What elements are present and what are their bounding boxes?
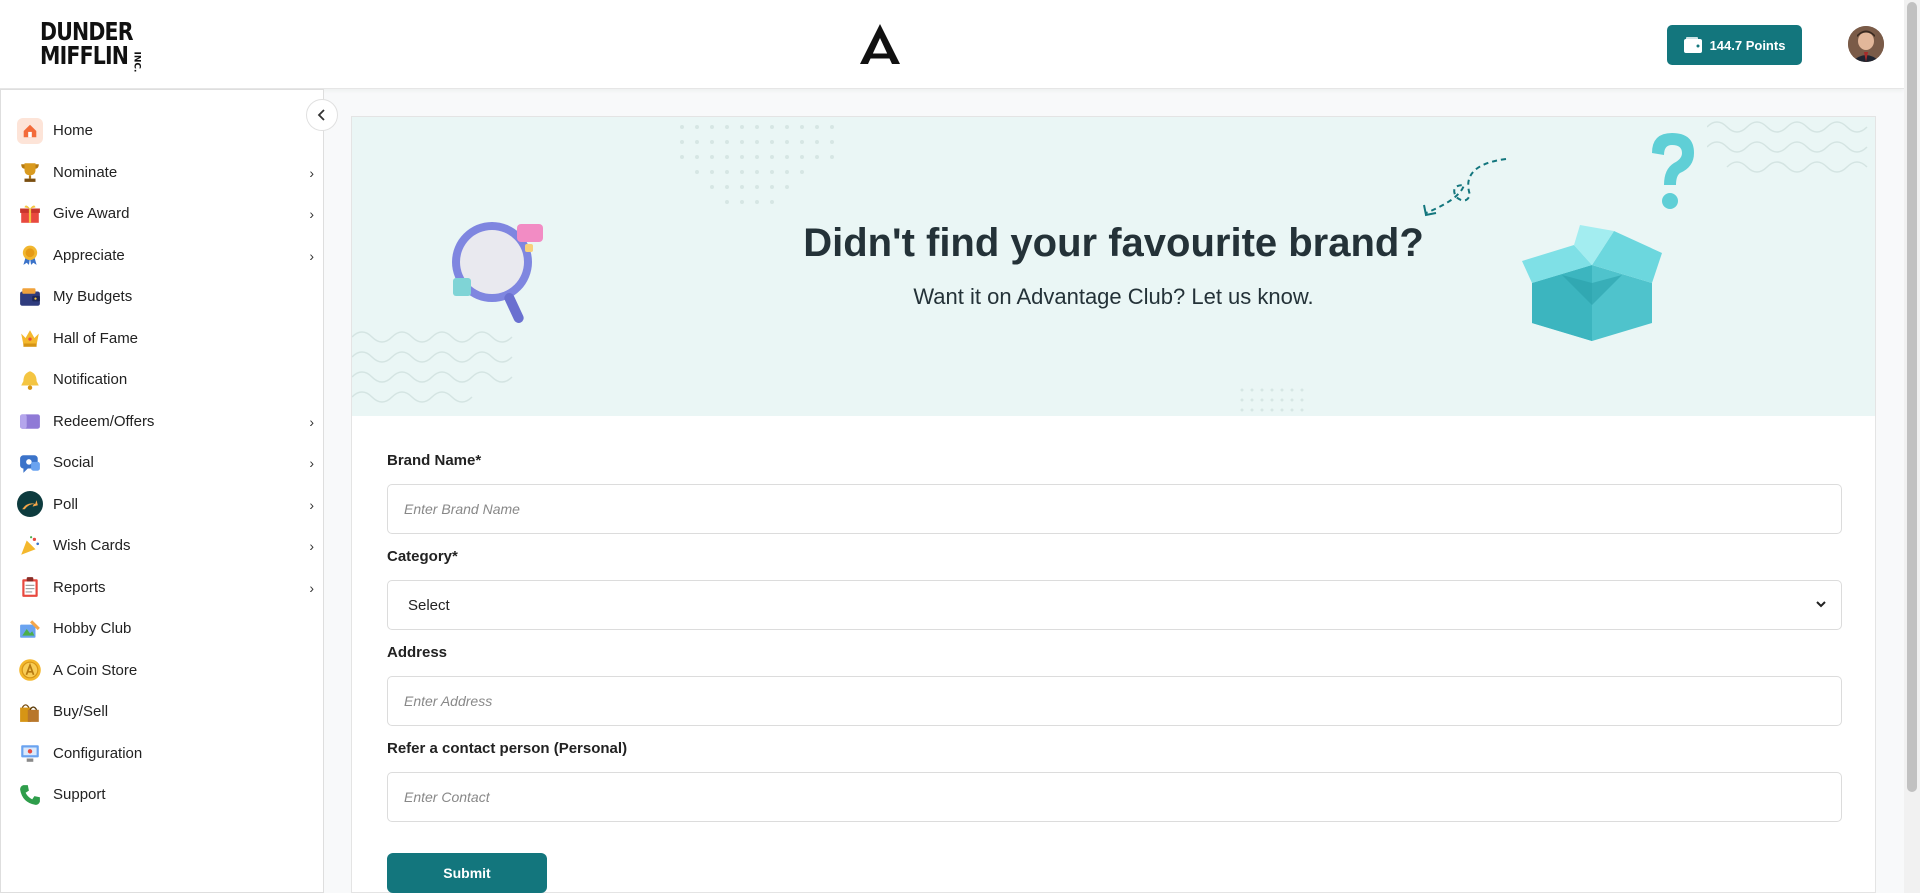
hobby-icon xyxy=(17,616,43,642)
brand-name-placeholder: Enter Brand Name xyxy=(404,501,520,517)
logo-line-2: MIFFLIN xyxy=(40,41,129,70)
chevron-down-icon xyxy=(1816,601,1826,608)
address-input[interactable]: Enter Address xyxy=(387,676,1842,726)
points-label: 144.7 Points xyxy=(1709,37,1786,53)
chevron-right-icon: › xyxy=(309,164,314,181)
address-placeholder: Enter Address xyxy=(404,693,493,709)
category-label: Category* xyxy=(387,548,458,565)
brand-request-card: Didn't find your favourite brand? Want i… xyxy=(351,116,1876,893)
computer-icon xyxy=(17,740,43,766)
decorative-dots-bottom xyxy=(1240,388,1304,412)
sidebar-item-configuration[interactable]: Configuration xyxy=(0,733,324,775)
chevron-right-icon: › xyxy=(309,206,314,222)
brand-name-input[interactable]: Enter Brand Name xyxy=(387,484,1842,534)
sidebar-item-a-coin-store[interactable]: A Coin Store xyxy=(0,650,324,692)
sidebar-item-label: Wish Cards xyxy=(53,537,131,555)
logo-suffix: INC. xyxy=(131,51,142,73)
collapse-sidebar-button[interactable] xyxy=(306,99,338,131)
banner-title: Didn't find your favourite brand? xyxy=(803,221,1424,265)
sidebar-item-label: Poll xyxy=(53,495,79,513)
points-wallet-button[interactable]: 144.7 Points xyxy=(1667,25,1802,65)
advantage-club-logo-icon[interactable] xyxy=(856,20,904,68)
sidebar-item-my-budgets[interactable]: My Budgets xyxy=(0,276,324,318)
sidebar-item-label: Social xyxy=(53,454,94,472)
sidebar-item-redeem-offers[interactable]: Redeem/Offers › xyxy=(0,401,324,443)
sidebar-item-buy-sell[interactable]: Buy/Sell xyxy=(0,691,324,733)
sidebar-item-label: Buy/Sell xyxy=(53,703,109,721)
voucher-icon xyxy=(17,408,43,434)
wallet-icon xyxy=(1683,37,1702,53)
sidebar-item-label: Appreciate xyxy=(53,246,125,264)
contact-placeholder: Enter Contact xyxy=(404,789,490,805)
sidebar-item-nominate[interactable]: Nominate › xyxy=(0,152,324,194)
chevron-right-icon: › xyxy=(309,579,314,596)
question-mark-icon xyxy=(1652,133,1694,209)
sidebar-item-social[interactable]: Social › xyxy=(0,442,324,484)
clipboard-icon xyxy=(17,574,43,600)
sidebar-item-hobby-club[interactable]: Hobby Club xyxy=(0,608,324,650)
sidebar-menu: Home Nominate › Give Award › Appreciate … xyxy=(0,110,324,816)
sidebar-item-give-award[interactable]: Give Award › xyxy=(0,193,324,235)
brand-request-form: Brand Name* Enter Brand Name Category* S… xyxy=(387,452,1842,836)
chevron-right-icon: › xyxy=(309,455,314,471)
user-avatar[interactable] xyxy=(1848,26,1884,62)
bell-icon xyxy=(17,367,43,393)
sidebar-item-support[interactable]: Support xyxy=(0,774,324,816)
contact-person-input[interactable]: Enter Contact xyxy=(387,772,1842,822)
trophy-icon xyxy=(17,159,43,185)
contact-person-label: Refer a contact person (Personal) xyxy=(387,740,628,757)
social-icon xyxy=(17,450,43,476)
page-scrollbar[interactable] xyxy=(1904,0,1920,893)
party-popper-icon xyxy=(17,533,43,559)
sidebar-item-wish-cards[interactable]: Wish Cards › xyxy=(0,525,324,567)
sidebar-item-label: Home xyxy=(53,122,94,140)
medal-icon xyxy=(17,242,43,268)
sidebar-item-label: Redeem/Offers xyxy=(53,412,155,430)
banner-subtitle: Want it on Advantage Club? Let us know. xyxy=(913,284,1314,309)
scrollbar-thumb[interactable] xyxy=(1907,2,1917,792)
category-select[interactable]: Select xyxy=(387,580,1842,630)
sidebar-item-label: Configuration xyxy=(53,744,143,762)
coin-icon xyxy=(17,657,43,683)
sidebar-item-label: Hobby Club xyxy=(53,620,132,638)
chevron-right-icon: › xyxy=(309,247,314,264)
chevron-right-icon: › xyxy=(309,496,314,513)
decorative-waves-right xyxy=(1707,121,1868,173)
decorative-waves-left xyxy=(352,331,513,403)
sidebar-item-label: Reports xyxy=(53,578,106,596)
poll-icon xyxy=(17,491,43,518)
sidebar-item-label: Support xyxy=(53,786,106,804)
shopping-bags-icon xyxy=(17,699,43,725)
address-label: Address xyxy=(387,644,448,661)
sidebar-item-label: A Coin Store xyxy=(53,661,138,679)
decorative-dots xyxy=(680,125,834,204)
sidebar-item-notification[interactable]: Notification xyxy=(0,359,324,401)
brand-request-banner: Didn't find your favourite brand? Want i… xyxy=(352,117,1875,416)
sidebar-item-label: Give Award xyxy=(53,205,130,223)
submit-button[interactable]: Submit xyxy=(387,853,547,893)
sidebar-item-home[interactable]: Home xyxy=(0,110,324,152)
chevron-right-icon: › xyxy=(309,538,314,554)
gift-icon xyxy=(17,201,43,227)
sidebar-item-reports[interactable]: Reports › xyxy=(0,567,324,609)
wallet-icon xyxy=(17,284,43,310)
home-icon xyxy=(17,117,43,144)
dashed-arrow-icon xyxy=(1423,158,1507,217)
crown-icon xyxy=(17,325,43,351)
company-logo[interactable]: DUNDER MIFFLIN INC. xyxy=(40,19,141,72)
category-selected-value: Select xyxy=(408,596,450,614)
sidebar-item-label: My Budgets xyxy=(53,288,133,306)
chevron-right-icon: › xyxy=(309,413,314,430)
sidebar-item-hall-of-fame[interactable]: Hall of Fame xyxy=(0,318,324,360)
sidebar-item-label: Notification xyxy=(53,371,128,389)
brand-name-label: Brand Name* xyxy=(387,452,482,469)
sidebar-item-appreciate[interactable]: Appreciate › xyxy=(0,235,324,277)
top-navbar: DUNDER MIFFLIN INC. 144.7 Points xyxy=(0,0,1904,89)
chevron-left-icon xyxy=(317,109,325,121)
sidebar-item-label: Hall of Fame xyxy=(53,329,139,347)
sidebar-item-poll[interactable]: Poll › xyxy=(0,484,324,526)
sidebar-item-label: Nominate xyxy=(53,163,118,181)
phone-icon xyxy=(17,782,43,808)
